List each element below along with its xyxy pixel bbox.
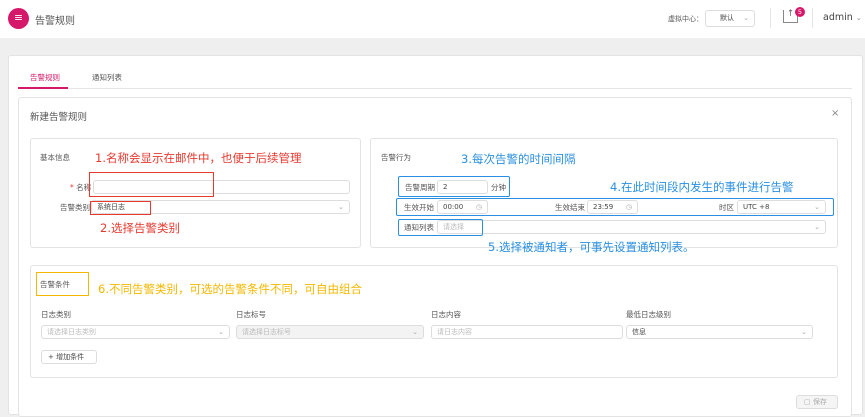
annotation-2: 2.选择告警类别 [100, 221, 180, 235]
annotation-box-notify [398, 219, 483, 236]
divider [770, 8, 771, 28]
tab-notify-list[interactable]: 通知列表 [92, 72, 122, 83]
log-id-placeholder: 请选择日志标号 [242, 328, 291, 336]
log-content-placeholder: 请日志内容 [437, 328, 472, 336]
min-level-value: 信息 [632, 328, 646, 336]
page-title: 告警规则 [35, 16, 75, 27]
username: admin [823, 12, 853, 23]
basic-info-title: 基本信息 [40, 153, 70, 162]
save-icon: ▢ [804, 398, 811, 406]
chevron-down-icon: ⌄ [814, 223, 820, 231]
divider [812, 8, 813, 28]
chevron-down-icon: ⌄ [743, 14, 749, 22]
col-label-log-type: 日志类别 [41, 310, 71, 319]
alert-type-label: 告警类别 [60, 203, 90, 212]
annotation-1: 1.名称会显示在邮件中，也便于后续管理 [95, 151, 302, 165]
save-label: 保存 [812, 398, 827, 406]
chevron-down-icon: ⌄ [855, 14, 862, 22]
col-label-log-content: 日志内容 [431, 310, 461, 319]
add-condition-label: 增加条件 [56, 353, 85, 361]
active-tab-indicator [18, 87, 68, 89]
user-menu[interactable]: admin ⌄ [823, 12, 862, 23]
log-content-input[interactable]: 请日志内容 [431, 325, 623, 339]
annotation-5: 5.选择被通知者，可事先设置通知列表。 [488, 240, 695, 254]
log-type-select[interactable]: 请选择日志类别 ⌄ [41, 325, 230, 339]
min-level-select[interactable]: 信息 ⌄ [626, 325, 813, 339]
log-id-select[interactable]: 请选择日志标号 ⌄ [236, 325, 424, 339]
chevron-down-icon: ⌄ [412, 328, 418, 336]
close-icon[interactable]: × [831, 108, 839, 119]
annotation-3: 3.每次告警的时间间隔 [461, 152, 576, 166]
chevron-down-icon: ⌄ [801, 328, 807, 336]
chevron-down-icon: ⌄ [338, 203, 344, 211]
required-mark: * [70, 183, 74, 192]
annotation-box-type [90, 201, 151, 215]
notification-badge: 5 [795, 7, 805, 17]
save-button[interactable]: ▢ 保存 [796, 395, 838, 409]
annotation-box-conditions [36, 272, 89, 296]
annotation-box-period [398, 176, 510, 197]
vc-value: 默认 [720, 14, 734, 22]
col-label-log-id: 日志标号 [236, 310, 266, 319]
notify-list-select[interactable]: 请选择 ⌄ [437, 220, 826, 234]
annotation-box-name [89, 172, 214, 197]
tab-bar-line [18, 88, 852, 89]
log-type-placeholder: 请选择日志类别 [47, 328, 96, 336]
panel-title: 新建告警规则 [30, 112, 88, 123]
virtual-center-label: 虚拟中心： [668, 15, 703, 23]
chevron-down-icon: ⌄ [218, 328, 224, 336]
name-label: * 名称 [70, 182, 91, 193]
annotation-box-time [396, 198, 834, 216]
menu-icon[interactable]: ≡ [8, 8, 29, 29]
tab-alert-rules[interactable]: 告警规则 [30, 72, 60, 83]
annotation-6: 6.不同告警类别，可选的告警条件不同，可自由组合 [98, 282, 362, 296]
annotation-4: 4.在此时间段内发生的事件进行告警 [610, 180, 794, 194]
virtual-center-select[interactable]: 默认 ⌄ [705, 10, 755, 27]
add-condition-button[interactable]: + 增加条件 [41, 350, 97, 364]
plus-icon: + [48, 353, 54, 361]
behavior-title: 告警行为 [381, 153, 411, 162]
col-label-min-level: 最低日志级别 [626, 310, 671, 319]
